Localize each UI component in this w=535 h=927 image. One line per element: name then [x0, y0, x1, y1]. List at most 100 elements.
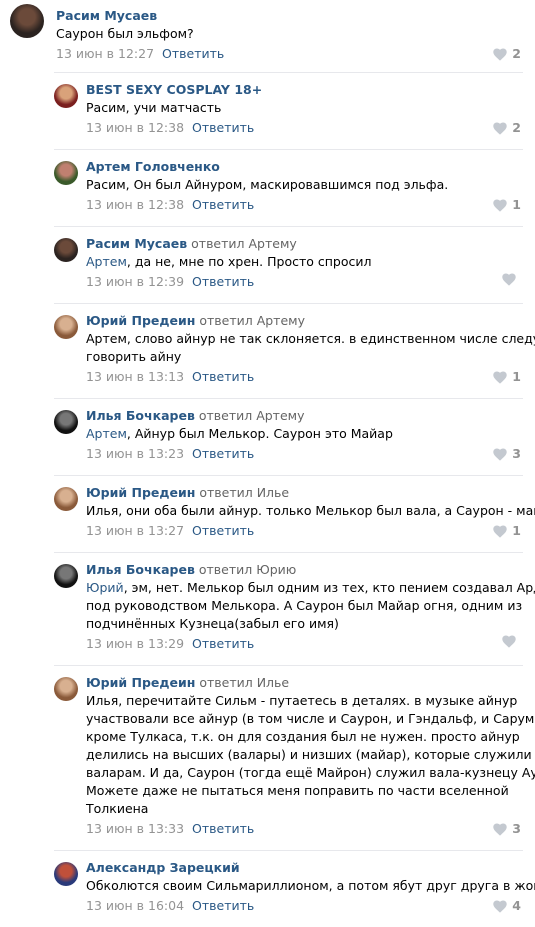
comment-meta: 13 июн в 13:27 Ответить 1: [86, 522, 523, 540]
replied-to-label[interactable]: ответил Артему: [199, 408, 305, 423]
avatar[interactable]: [54, 862, 78, 886]
like-button[interactable]: 3: [493, 820, 521, 838]
comment-header: Юрий Предеин ответил Илье: [86, 485, 523, 501]
timestamp[interactable]: 13 июн в 16:04: [86, 898, 184, 913]
mention-link[interactable]: Артем: [86, 426, 127, 441]
reply-button[interactable]: Ответить: [192, 636, 254, 651]
replied-to-label[interactable]: ответил Артему: [199, 313, 305, 328]
avatar[interactable]: [54, 677, 78, 701]
avatar[interactable]: [54, 161, 78, 185]
comment-body: Расим, Он был Айнуром, маскировавшимся п…: [86, 177, 449, 192]
heart-icon: [493, 370, 508, 384]
timestamp[interactable]: 13 июн в 13:13: [86, 369, 184, 384]
reply-button[interactable]: Ответить: [192, 446, 254, 461]
author-name[interactable]: Юрий Предеин: [86, 675, 195, 690]
timestamp[interactable]: 13 июн в 12:38: [86, 120, 184, 135]
avatar[interactable]: [54, 84, 78, 108]
reply-button[interactable]: Ответить: [192, 523, 254, 538]
like-count: 2: [512, 120, 521, 135]
comment-meta: 13 июн в 16:04 Ответить 4: [86, 897, 523, 915]
heart-icon: [493, 822, 508, 836]
reply-button[interactable]: Ответить: [192, 120, 254, 135]
avatar[interactable]: [54, 410, 78, 434]
heart-icon: [493, 899, 508, 913]
reply-button[interactable]: Ответить: [192, 369, 254, 384]
comment-header: Расим Мусаев: [56, 8, 523, 24]
heart-icon: [502, 635, 516, 648]
mention-link[interactable]: Юрий: [86, 580, 124, 595]
comment: Расим Мусаев Саурон был эльфом? 13 июн в…: [0, 0, 535, 61]
heart-icon: [493, 524, 508, 538]
comment-text: Обколются своим Сильмариллионом, а потом…: [86, 877, 535, 895]
comment-meta: 13 июн в 13:33 Ответить 3: [86, 820, 523, 838]
like-button[interactable]: 1: [493, 522, 521, 540]
author-name[interactable]: Расим Мусаев: [56, 8, 157, 23]
comment-header: Расим Мусаев ответил Артему: [86, 236, 523, 252]
author-name[interactable]: Юрий Предеин: [86, 313, 195, 328]
replied-to-label[interactable]: ответил Илье: [199, 675, 289, 690]
comment-header: Илья Бочкарев ответил Юрию: [86, 562, 523, 578]
replied-to-label[interactable]: ответил Илье: [199, 485, 289, 500]
heart-icon: [493, 121, 508, 135]
author-name[interactable]: Илья Бочкарев: [86, 408, 195, 423]
like-button[interactable]: 1: [493, 368, 521, 386]
author-name[interactable]: Артем Головченко: [86, 159, 220, 174]
mention-link[interactable]: Артем: [86, 254, 127, 269]
replied-to-label[interactable]: ответил Артему: [191, 236, 297, 251]
like-count: 1: [512, 523, 521, 538]
reply-button[interactable]: Ответить: [192, 821, 254, 836]
comment-body: Обколются своим Сильмариллионом, а потом…: [86, 878, 535, 893]
comment-header: Юрий Предеин ответил Артему: [86, 313, 523, 329]
timestamp[interactable]: 13 июн в 13:23: [86, 446, 184, 461]
comment-header: Илья Бочкарев ответил Артему: [86, 408, 523, 424]
reply-comment: Юрий Предеин ответил Илье Илья, перечита…: [0, 665, 535, 850]
like-button[interactable]: 4: [493, 897, 521, 915]
heart-icon: [493, 447, 508, 461]
timestamp[interactable]: 13 июн в 13:27: [86, 523, 184, 538]
like-button[interactable]: 3: [493, 445, 521, 463]
reply-button[interactable]: Ответить: [162, 46, 224, 61]
replied-to-label[interactable]: ответил Юрию: [199, 562, 296, 577]
author-name[interactable]: Расим Мусаев: [86, 236, 187, 251]
comment-meta: 13 июн в 13:13 Ответить 1: [86, 368, 523, 386]
comment-text: Саурон был эльфом?: [56, 26, 194, 41]
avatar[interactable]: [54, 315, 78, 339]
comment-body: Илья, они оба были айнур. только Мелькор…: [86, 503, 535, 518]
avatar[interactable]: [54, 487, 78, 511]
author-name[interactable]: BEST SEXY COSPLAY 18+: [86, 82, 262, 97]
avatar[interactable]: [10, 4, 44, 38]
reply-comment: Илья Бочкарев ответил Юрию Юрий, эм, нет…: [0, 552, 535, 665]
timestamp[interactable]: 13 июн в 13:33: [86, 821, 184, 836]
timestamp[interactable]: 13 июн в 12:38: [86, 197, 184, 212]
heart-icon: [493, 47, 508, 61]
like-button[interactable]: 1: [493, 196, 521, 214]
like-button[interactable]: [502, 635, 521, 648]
reply-button[interactable]: Ответить: [192, 898, 254, 913]
like-count: 3: [512, 821, 521, 836]
like-button[interactable]: 2: [493, 119, 521, 137]
comment-meta: 13 июн в 13:29 Ответить: [86, 635, 523, 653]
author-name[interactable]: Илья Бочкарев: [86, 562, 195, 577]
timestamp[interactable]: 13 июн в 13:29: [86, 636, 184, 651]
author-name[interactable]: Александр Зарецкий: [86, 860, 240, 875]
like-button[interactable]: [502, 273, 521, 286]
comment-text: Расим, учи матчасть: [86, 99, 523, 117]
comment-header: Александр Зарецкий: [86, 860, 523, 876]
like-count: 1: [512, 369, 521, 384]
author-name[interactable]: Юрий Предеин: [86, 485, 195, 500]
comment-body: , эм, нет. Мелькор был одним из тех, кто…: [86, 580, 535, 631]
reply-button[interactable]: Ответить: [192, 274, 254, 289]
timestamp[interactable]: 13 июн в 12:39: [86, 274, 184, 289]
comment-meta: 13 июн в 12:38 Ответить 1: [86, 196, 523, 214]
like-button[interactable]: 2: [493, 45, 521, 63]
avatar[interactable]: [54, 238, 78, 262]
comment-body: Илья, перечитайте Сильм - путаетесь в де…: [86, 693, 535, 816]
reply-button[interactable]: Ответить: [192, 197, 254, 212]
comment-text: Юрий, эм, нет. Мелькор был одним из тех,…: [86, 579, 535, 633]
reply-comment: Илья Бочкарев ответил Артему Артем, Айну…: [0, 398, 535, 475]
comment-thread: Расим Мусаев Саурон был эльфом? 13 июн в…: [0, 0, 535, 927]
comment-body: Расим, учи матчасть: [86, 100, 222, 115]
timestamp[interactable]: 13 июн в 12:27: [56, 46, 154, 61]
avatar[interactable]: [54, 564, 78, 588]
like-count: 2: [512, 46, 521, 61]
